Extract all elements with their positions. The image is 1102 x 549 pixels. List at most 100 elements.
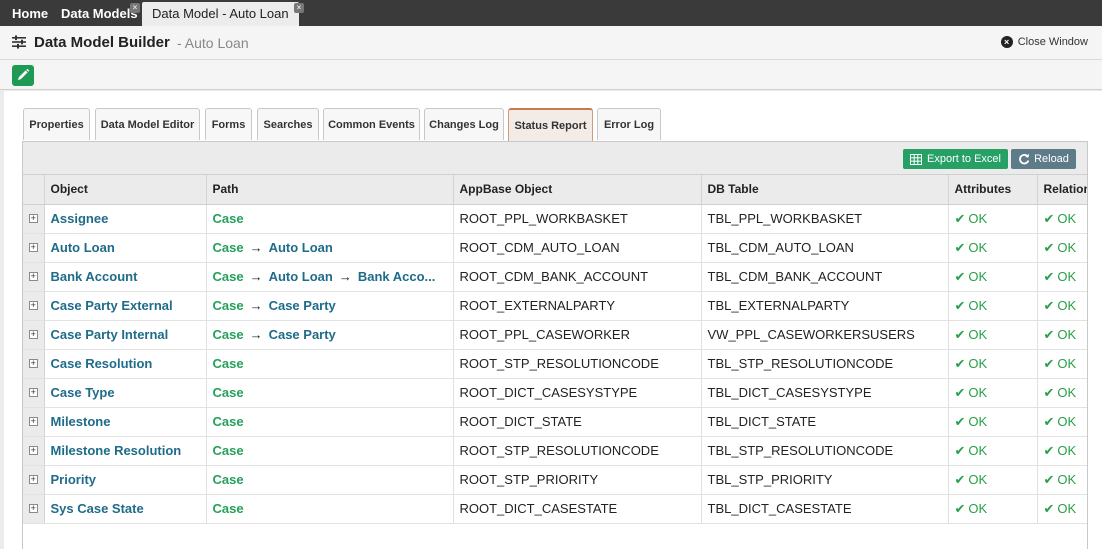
path-link[interactable]: Case xyxy=(213,385,244,400)
object-link[interactable]: Case Party Internal xyxy=(51,327,169,342)
arrow-right-icon: → xyxy=(338,269,352,284)
export-to-excel-button[interactable]: Export to Excel xyxy=(903,149,1008,169)
tab-searches[interactable]: Searches xyxy=(257,108,319,140)
table-row[interactable]: + Assignee Case ROOT_PPL_WORKBASKET TBL_PPL_… xyxy=(23,204,1087,234)
path-link[interactable]: Case xyxy=(213,269,244,284)
tab-changes-log[interactable]: Changes Log xyxy=(424,108,504,140)
status-table: Object Path AppBase Object DB Table Attr… xyxy=(23,175,1087,524)
edit-button[interactable] xyxy=(12,65,34,86)
object-link[interactable]: Priority xyxy=(51,472,97,487)
path-link[interactable]: Auto Loan xyxy=(269,269,333,284)
action-bar: Export to Excel Reload xyxy=(23,142,1087,175)
close-window-button[interactable]: × Close Window xyxy=(1000,36,1088,48)
tab-common-events[interactable]: Common Events xyxy=(323,108,420,140)
path-link[interactable]: Case xyxy=(213,501,244,516)
table-row[interactable]: + Case Resolution Case ROOT_STP_RESOLUTIONC… xyxy=(23,349,1087,379)
checkmark-icon: ✔ xyxy=(1043,500,1055,516)
object-link[interactable]: Sys Case State xyxy=(51,501,144,516)
status-ok: OK xyxy=(1057,239,1077,255)
path-link[interactable]: Case xyxy=(213,211,244,226)
table-row[interactable]: + Milestone Case ROOT_DICT_STATE TBL_DICT_ST… xyxy=(23,407,1087,437)
table-row[interactable]: + Priority Case ROOT_STP_PRIORITY TBL_STP_PR… xyxy=(23,465,1087,495)
expand-cell[interactable]: + xyxy=(23,349,45,379)
column-header[interactable]: DB Table xyxy=(701,175,949,205)
path-link[interactable]: Case xyxy=(213,414,244,429)
plus-square-icon[interactable]: + xyxy=(28,243,38,252)
column-header[interactable]: Relation xyxy=(1037,175,1087,205)
object-link[interactable]: Milestone xyxy=(51,414,111,429)
table-row[interactable]: + Case Party Internal Case → Case Party ROOT_… xyxy=(23,320,1087,350)
object-link[interactable]: Auto Loan xyxy=(51,240,115,255)
relation-cell: ✔ OK xyxy=(1037,233,1087,263)
column-header[interactable]: Object xyxy=(44,175,207,205)
object-link[interactable]: Bank Account xyxy=(51,269,138,284)
object-link[interactable]: Milestone Resolution xyxy=(51,443,182,458)
expand-cell[interactable]: + xyxy=(23,262,45,292)
plus-square-icon[interactable]: + xyxy=(28,272,38,281)
close-icon[interactable]: × xyxy=(130,3,140,13)
table-body: + Assignee Case ROOT_PPL_WORKBASKET TBL_PPL_… xyxy=(23,204,1087,524)
object-cell: Auto Loan xyxy=(44,233,207,263)
tab-data-model-editor[interactable]: Data Model Editor xyxy=(95,108,200,140)
path-link[interactable]: Case xyxy=(213,298,244,313)
close-icon[interactable]: × xyxy=(294,3,304,13)
path-link[interactable]: Bank Acco... xyxy=(358,269,436,284)
db-table-cell: TBL_CDM_AUTO_LOAN xyxy=(701,233,949,263)
table-row[interactable]: + Sys Case State Case ROOT_DICT_CASESTATE TB… xyxy=(23,494,1087,524)
path-link[interactable]: Case xyxy=(213,472,244,487)
path-link[interactable]: Case xyxy=(213,356,244,371)
path-link[interactable]: Case xyxy=(213,327,244,342)
column-header[interactable]: Path xyxy=(206,175,454,205)
expand-cell[interactable]: + xyxy=(23,465,45,495)
plus-square-icon[interactable]: + xyxy=(28,417,38,426)
table-row[interactable]: + Bank Account Case → Auto Loan → Bank Acco...… xyxy=(23,262,1087,292)
status-ok: OK xyxy=(1057,442,1077,458)
column-header[interactable]: AppBase Object xyxy=(453,175,702,205)
column-header[interactable]: Attributes xyxy=(948,175,1038,205)
checkmark-icon: ✔ xyxy=(1043,442,1055,458)
plus-square-icon[interactable]: + xyxy=(28,359,38,368)
object-link[interactable]: Case Type xyxy=(51,385,115,400)
plus-square-icon[interactable]: + xyxy=(28,214,38,223)
path-link[interactable]: Case xyxy=(213,443,244,458)
plus-square-icon[interactable]: + xyxy=(28,388,38,397)
path-link[interactable]: Case Party xyxy=(269,327,336,342)
expand-cell[interactable]: + xyxy=(23,204,45,234)
expand-cell[interactable]: + xyxy=(23,407,45,437)
object-link[interactable]: Assignee xyxy=(51,211,109,226)
expand-cell[interactable]: + xyxy=(23,320,45,350)
plus-square-icon[interactable]: + xyxy=(28,301,38,310)
expand-cell[interactable]: + xyxy=(23,436,45,466)
plus-square-icon[interactable]: + xyxy=(28,475,38,484)
attributes-cell: ✔ OK xyxy=(948,436,1038,466)
db-table-cell: TBL_DICT_STATE xyxy=(701,407,949,437)
tab-properties[interactable]: Properties xyxy=(23,108,90,140)
plus-square-icon[interactable]: + xyxy=(28,330,38,339)
tab-status-report[interactable]: Status Report xyxy=(508,108,593,141)
table-row[interactable]: + Case Party External Case → Case Party ROOT_… xyxy=(23,291,1087,321)
path-link[interactable]: Case xyxy=(213,240,244,255)
checkmark-icon: ✔ xyxy=(954,500,966,516)
tab-error-log[interactable]: Error Log xyxy=(597,108,661,140)
path-link[interactable]: Auto Loan xyxy=(269,240,333,255)
attributes-cell: ✔ OK xyxy=(948,262,1038,292)
checkmark-icon: ✔ xyxy=(1043,355,1055,371)
table-row[interactable]: + Case Type Case ROOT_DICT_CASESYSTYPE TBL_D… xyxy=(23,378,1087,408)
table-row[interactable]: + Milestone Resolution Case ROOT_STP_RESOLU… xyxy=(23,436,1087,466)
object-link[interactable]: Case Party External xyxy=(51,298,173,313)
expand-cell[interactable]: + xyxy=(23,233,45,263)
expand-cell[interactable]: + xyxy=(23,494,45,524)
path-link[interactable]: Case Party xyxy=(269,298,336,313)
table-row[interactable]: + Auto Loan Case → Auto Loan ROOT_CDM_AUTO_LO… xyxy=(23,233,1087,263)
expand-cell[interactable]: + xyxy=(23,378,45,408)
reload-button[interactable]: Reload xyxy=(1011,149,1076,169)
appbase-object-cell: ROOT_DICT_CASESTATE xyxy=(453,494,702,524)
plus-square-icon[interactable]: + xyxy=(28,504,38,513)
top-tab-data-model-auto-loan[interactable]: Data Model - Auto Loan xyxy=(142,2,299,26)
plus-square-icon[interactable]: + xyxy=(28,446,38,455)
status-ok: OK xyxy=(968,239,988,255)
tab-forms[interactable]: Forms xyxy=(205,108,252,140)
expand-cell[interactable]: + xyxy=(23,291,45,321)
object-link[interactable]: Case Resolution xyxy=(51,356,153,371)
checkmark-icon: ✔ xyxy=(954,210,966,226)
